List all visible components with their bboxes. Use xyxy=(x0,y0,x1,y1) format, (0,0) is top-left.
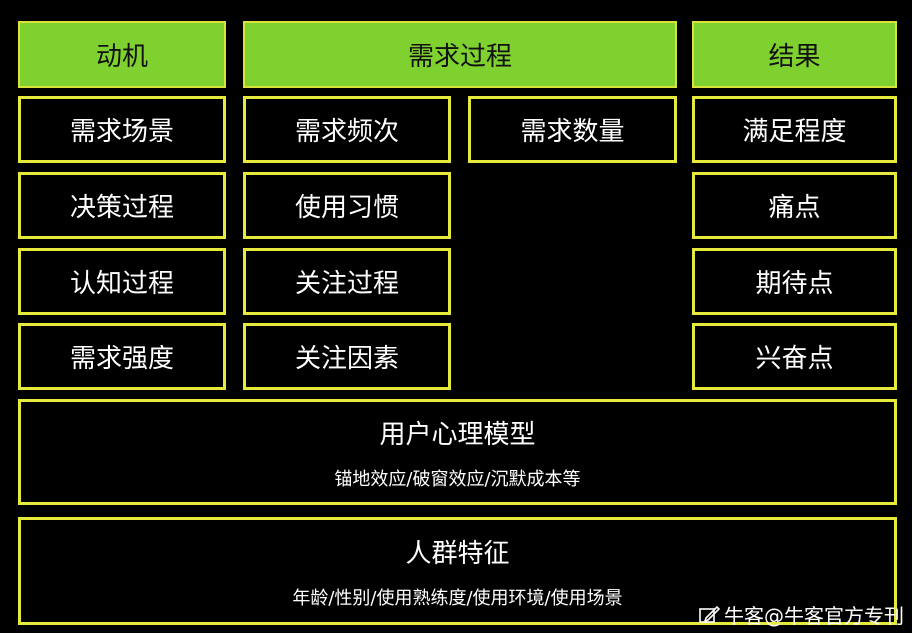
cell-expectation-point: 期待点 xyxy=(692,248,897,315)
cell-usage-habit: 使用习惯 xyxy=(243,172,451,239)
header-result: 结果 xyxy=(692,21,897,88)
cell-demand-quantity: 需求数量 xyxy=(468,96,677,163)
psychology-model-title: 用户心理模型 xyxy=(379,419,536,450)
cell-excitement-point: 兴奋点 xyxy=(692,323,897,390)
crowd-features-subtitle: 年龄/性别/使用熟练度/使用环境/使用场景 xyxy=(292,587,623,609)
header-motivation: 动机 xyxy=(18,21,226,88)
watermark-text: 牛客@牛客官方专刊 xyxy=(724,604,904,628)
cell-demand-intensity: 需求强度 xyxy=(18,323,226,390)
edit-icon xyxy=(698,605,720,625)
cell-pain-point: 痛点 xyxy=(692,172,897,239)
watermark: 牛客@牛客官方专刊 xyxy=(698,600,904,629)
cell-attention-process: 关注过程 xyxy=(243,248,451,315)
psychology-model-box: 用户心理模型 锚地效应/破窗效应/沉默成本等 xyxy=(18,399,897,505)
cell-satisfaction: 满足程度 xyxy=(692,96,897,163)
cell-demand-frequency: 需求频次 xyxy=(243,96,451,163)
cell-cognition-process: 认知过程 xyxy=(18,248,226,315)
crowd-features-title: 人群特征 xyxy=(405,538,510,569)
header-demand-process: 需求过程 xyxy=(243,21,677,88)
cell-attention-factors: 关注因素 xyxy=(243,323,451,390)
cell-demand-scenario: 需求场景 xyxy=(18,96,226,163)
psychology-model-subtitle: 锚地效应/破窗效应/沉默成本等 xyxy=(334,468,581,490)
cell-decision-process: 决策过程 xyxy=(18,172,226,239)
